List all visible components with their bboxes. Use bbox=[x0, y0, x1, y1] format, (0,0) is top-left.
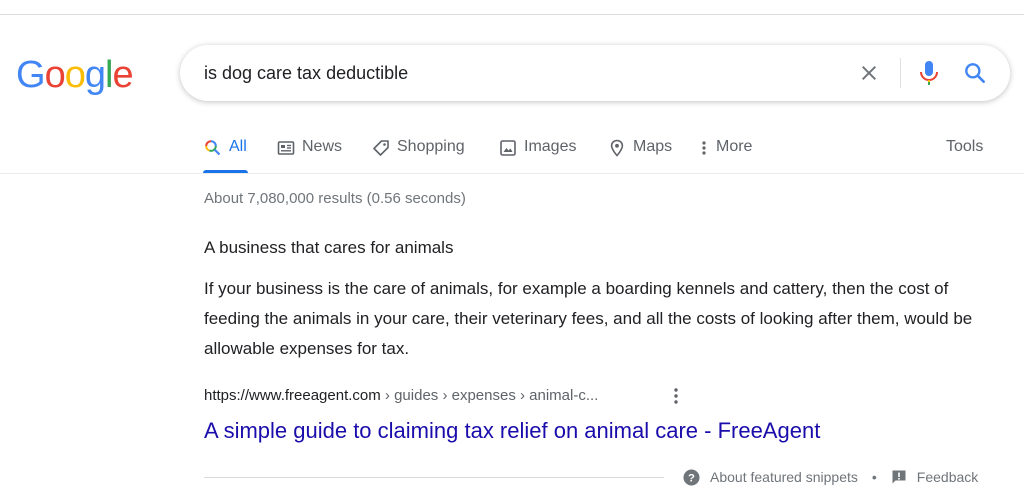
result-url[interactable]: https://www.freeagent.com › guides › exp… bbox=[204, 385, 598, 407]
microphone-icon[interactable] bbox=[917, 59, 941, 87]
news-icon bbox=[277, 141, 295, 155]
tab-label: Maps bbox=[633, 138, 673, 155]
tab-all[interactable]: All bbox=[204, 130, 247, 172]
footer-separator: • bbox=[871, 469, 877, 485]
logo-letter: l bbox=[104, 54, 114, 96]
tab-images[interactable]: Images bbox=[499, 130, 576, 172]
logo-letter: o bbox=[44, 54, 66, 96]
tab-maps[interactable]: Maps bbox=[608, 130, 672, 172]
tabs-divider bbox=[0, 173, 1024, 174]
result-title-link[interactable]: A simple guide to claiming tax relief on… bbox=[204, 416, 820, 446]
tab-label: Images bbox=[524, 138, 577, 155]
result-path: › guides › expenses › animal-c... bbox=[380, 387, 599, 404]
feedback-link[interactable]: Feedback bbox=[917, 466, 978, 488]
search-input[interactable] bbox=[204, 45, 804, 101]
google-logo[interactable]: Google bbox=[16, 52, 134, 98]
tab-shopping[interactable]: Shopping bbox=[372, 130, 465, 172]
snippet-footer: ? About featured snippets • Feedback bbox=[683, 466, 978, 488]
tools-button[interactable]: Tools bbox=[946, 130, 983, 164]
tab-label: Shopping bbox=[397, 138, 465, 155]
logo-letter: e bbox=[112, 54, 133, 96]
snippet-text: If your business is the care of animals,… bbox=[204, 279, 973, 358]
map-pin-icon bbox=[610, 139, 624, 157]
more-vert-icon[interactable] bbox=[668, 385, 684, 407]
svg-text:?: ? bbox=[688, 472, 695, 484]
search-tabs: All News Shopping Images Maps More Tools bbox=[0, 130, 1024, 174]
footer-divider bbox=[204, 477, 664, 478]
help-icon: ? bbox=[683, 468, 700, 486]
search-box bbox=[180, 45, 1010, 101]
search-icon[interactable] bbox=[962, 60, 988, 86]
tag-icon bbox=[373, 140, 389, 156]
logo-letter: G bbox=[16, 54, 46, 96]
about-snippets-link[interactable]: About featured snippets bbox=[710, 466, 858, 488]
logo-letter: g bbox=[84, 54, 106, 96]
result-host: https://www.freeagent.com bbox=[204, 387, 381, 404]
tab-label: All bbox=[229, 138, 247, 155]
result-stats: About 7,080,000 results (0.56 seconds) bbox=[204, 190, 466, 207]
tab-label: News bbox=[302, 138, 343, 155]
search-icon bbox=[205, 140, 221, 156]
top-divider bbox=[0, 14, 1024, 15]
snippet-heading: A business that cares for animals bbox=[204, 238, 454, 257]
feedback-icon bbox=[892, 470, 906, 484]
close-icon[interactable] bbox=[857, 61, 881, 85]
search-divider bbox=[900, 58, 901, 88]
more-vert-icon bbox=[702, 141, 706, 155]
tab-news[interactable]: News bbox=[277, 130, 342, 172]
tab-more[interactable]: More bbox=[699, 130, 752, 172]
tab-label: More bbox=[716, 138, 753, 155]
image-icon bbox=[500, 140, 516, 156]
logo-letter: o bbox=[64, 54, 86, 96]
